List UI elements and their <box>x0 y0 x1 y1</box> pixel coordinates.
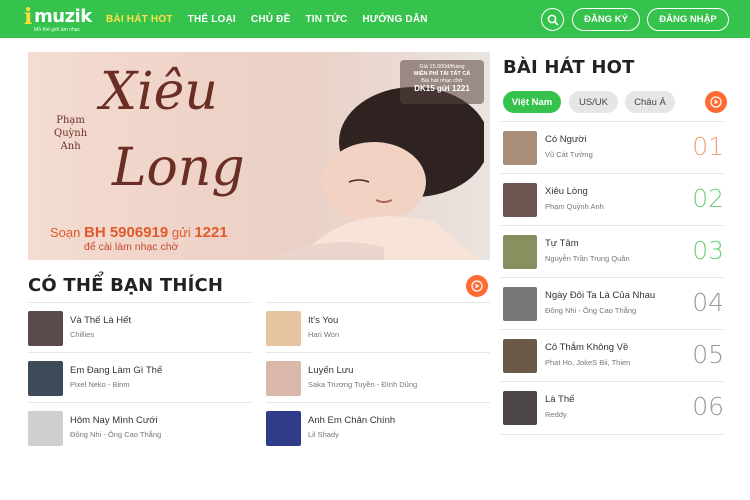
song-thumbnail <box>503 235 537 269</box>
nav-genres[interactable]: THỂ LOẠI <box>188 14 236 25</box>
song-artist: Nguyễn Trần Trung Quân <box>545 254 630 263</box>
song-title: Luyến Lưu <box>308 365 354 376</box>
main-nav: BÀI HÁT HOT THỂ LOẠI CHỦ ĐỀ TIN TỨC HƯỚN… <box>106 0 443 38</box>
song-artist: Pixel Neko - Binm <box>70 380 130 389</box>
login-button[interactable]: ĐĂNG NHẬP <box>647 8 729 31</box>
song-title: Tự Tâm <box>545 238 579 249</box>
song-thumbnail <box>503 391 537 425</box>
logo-tagline: Mở thế giới âm nhạc <box>34 27 81 33</box>
hot-song-item[interactable]: Ngày Đôi Ta Là Của Nhau Đông Nhi - Ông C… <box>500 277 724 329</box>
featured-banner[interactable]: Phạm Quỳnh Anh Xiêu Long Soạn BH 5906919… <box>28 52 490 260</box>
song-artist: Phat Ho, JokeS Bii, Thien <box>545 358 631 367</box>
logo-text: muzik <box>34 6 92 27</box>
banner-artist-photo <box>268 87 484 260</box>
hot-section-title: BÀI HÁT HOT <box>503 57 635 78</box>
song-artist: Vũ Cát Tường <box>545 150 593 159</box>
banner-sms-note: để cài làm nhạc chờ <box>84 241 179 253</box>
nav-hot-songs[interactable]: BÀI HÁT HOT <box>106 14 173 25</box>
song-title: It's You <box>308 315 339 326</box>
song-thumbnail <box>266 361 301 396</box>
song-thumbnail <box>28 311 63 346</box>
song-artist: Đông Nhi - Ông Cao Thắng <box>545 306 637 315</box>
search-icon <box>547 14 559 26</box>
tab-asia[interactable]: Châu Á <box>625 91 675 113</box>
song-thumbnail <box>266 411 301 446</box>
banner-song-title-line1: Xiêu <box>100 62 218 122</box>
suggest-item[interactable]: Anh Em Chân Chính Lil Shady <box>266 402 490 452</box>
banner-song-title-line2: Long <box>112 138 245 198</box>
tab-vietnam[interactable]: Việt Nam <box>503 91 561 113</box>
song-title: Cô Thắm Không Về <box>545 342 629 353</box>
banner-sms-instruction: Soạn BH 5906919 gửi 1221 <box>50 224 228 241</box>
nav-news[interactable]: TIN TỨC <box>305 14 347 25</box>
suggest-item[interactable]: Em Đang Làm Gì Thế Pixel Neko - Binm <box>28 352 252 402</box>
song-title: Và Thế Là Hết <box>70 315 132 326</box>
logo-mark: i <box>24 4 33 30</box>
hot-list-divider <box>500 434 724 435</box>
song-artist: Saka Trương Tuyền - Đình Dũng <box>308 380 418 389</box>
song-rank: 02 <box>692 184 724 213</box>
hot-song-item[interactable]: Có Người Vũ Cát Tường 01 <box>500 121 724 173</box>
song-artist: Phạm Quỳnh Anh <box>545 202 604 211</box>
song-title: Em Đang Làm Gì Thế <box>70 365 163 376</box>
song-title: Ngày Đôi Ta Là Của Nhau <box>545 290 656 301</box>
song-rank: 04 <box>692 288 724 317</box>
song-artist: Reddy <box>545 410 567 419</box>
song-thumbnail <box>503 287 537 321</box>
song-thumbnail <box>28 411 63 446</box>
hot-play-all-button[interactable] <box>705 91 727 113</box>
song-rank: 05 <box>692 340 724 369</box>
tab-us-uk[interactable]: US/UK <box>569 91 618 113</box>
song-thumbnail <box>266 311 301 346</box>
hot-song-item[interactable]: Cô Thắm Không Về Phat Ho, JokeS Bii, Thi… <box>500 329 724 381</box>
suggest-item[interactable]: It's You Hari Won <box>266 302 490 352</box>
song-title: Có Người <box>545 134 587 145</box>
song-artist: Hari Won <box>308 330 340 339</box>
nav-guide[interactable]: HƯỚNG DẪN <box>362 14 427 25</box>
song-artist: Chillies <box>70 330 95 339</box>
song-title: Là Thế <box>545 394 575 405</box>
song-rank: 03 <box>692 236 724 265</box>
suggest-item[interactable]: Và Thế Là Hết Chillies <box>28 302 252 352</box>
play-icon <box>471 280 483 292</box>
song-rank: 01 <box>692 132 724 161</box>
logo[interactable]: i muzik Mở thế giới âm nhạc <box>24 4 92 34</box>
song-thumbnail <box>28 361 63 396</box>
top-navbar: i muzik Mở thế giới âm nhạc BÀI HÁT HOT … <box>0 0 750 38</box>
song-artist: Lil Shady <box>308 430 339 439</box>
hot-song-item[interactable]: Tự Tâm Nguyễn Trần Trung Quân 03 <box>500 225 724 277</box>
suggest-item[interactable]: Luyến Lưu Saka Trương Tuyền - Đình Dũng <box>266 352 490 402</box>
hot-song-item[interactable]: Là Thế Reddy 06 <box>500 381 724 433</box>
banner-artist-name: Phạm Quỳnh Anh <box>54 115 88 152</box>
song-thumbnail <box>503 183 537 217</box>
banner-promo-box: Giá 15.000đ/tháng MIỄN PHÍ TẢI TẤT CẢ Bà… <box>400 60 484 104</box>
search-button[interactable] <box>541 8 564 31</box>
register-button[interactable]: ĐĂNG KÝ <box>572 8 640 31</box>
suggest-item[interactable]: Hôm Nay Mình Cưới Đông Nhi - Ông Cao Thắ… <box>28 402 252 452</box>
hot-song-item[interactable]: Xiêu Lòng Phạm Quỳnh Anh 02 <box>500 173 724 225</box>
nav-topics[interactable]: CHỦ ĐỀ <box>251 14 291 25</box>
song-title: Anh Em Chân Chính <box>308 415 396 426</box>
song-title: Xiêu Lòng <box>545 186 588 197</box>
song-thumbnail <box>503 339 537 373</box>
song-thumbnail <box>503 131 537 165</box>
play-icon <box>710 96 722 108</box>
song-rank: 06 <box>692 392 724 421</box>
suggest-section-title: CÓ THỂ BẠN THÍCH <box>28 275 224 296</box>
song-title: Hôm Nay Mình Cưới <box>70 415 158 426</box>
suggest-play-all-button[interactable] <box>466 275 488 297</box>
song-artist: Đông Nhi - Ông Cao Thắng <box>70 430 162 439</box>
